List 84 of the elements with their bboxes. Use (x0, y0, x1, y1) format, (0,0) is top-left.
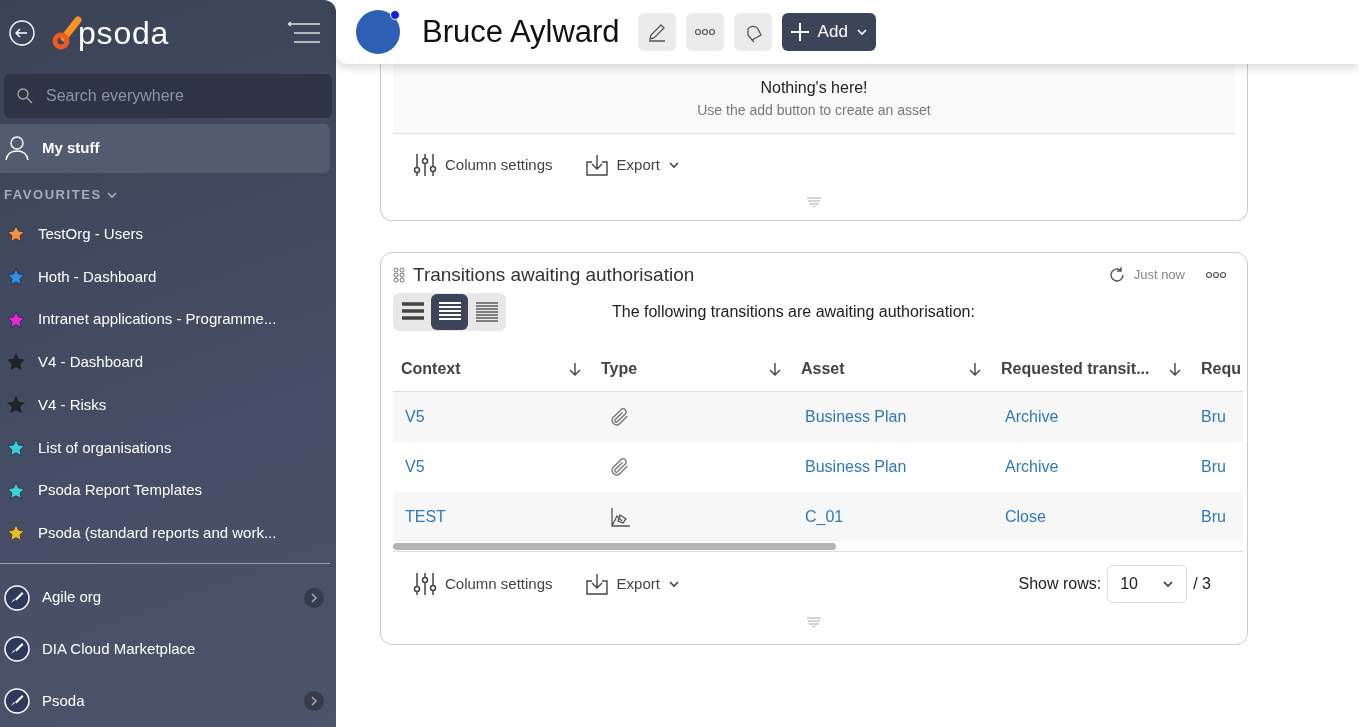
paperclip-icon (609, 406, 631, 428)
transition-link[interactable]: Archive (993, 455, 1193, 479)
paperclip-icon (609, 456, 631, 478)
organisation-item[interactable]: Agile org (0, 571, 336, 624)
organisation-item[interactable]: DIA Cloud Marketplace (0, 623, 336, 676)
add-button[interactable]: Add (781, 13, 876, 51)
drafting-icon (609, 507, 631, 527)
collapse-menu-icon[interactable] (286, 20, 320, 45)
favourite-item[interactable]: Psoda Report Templates (0, 469, 336, 513)
more-icon (693, 28, 716, 36)
organisation-item[interactable]: Psoda (0, 675, 336, 727)
favourite-item[interactable]: Psoda (standard reports and work... (0, 512, 336, 555)
chevron-down-icon (667, 578, 680, 590)
asset-link[interactable]: C_01 (793, 505, 993, 529)
density-button[interactable] (431, 294, 468, 330)
transition-link[interactable]: Archive (993, 405, 1193, 429)
chevron-down-icon (1162, 578, 1175, 590)
sliders-icon (413, 152, 437, 178)
chevron-right-icon[interactable] (304, 587, 324, 608)
column-header[interactable]: Requested transit... (993, 357, 1193, 381)
back-icon[interactable] (8, 18, 36, 47)
export-button[interactable]: Export (584, 572, 680, 596)
sliders-icon (413, 571, 437, 597)
more-button[interactable] (685, 13, 724, 51)
chevron-down-icon (855, 26, 868, 38)
favourite-item[interactable]: Intranet applications - Programme... (0, 298, 336, 342)
column-header[interactable]: Type (593, 357, 793, 381)
asset-link[interactable]: Business Plan (793, 455, 993, 479)
sort-arrow-icon[interactable] (569, 362, 581, 376)
logo-mark-icon (52, 15, 82, 50)
rows-per-page-select[interactable]: 10 (1107, 565, 1188, 603)
sort-arrow-icon[interactable] (769, 362, 781, 376)
download-icon (584, 153, 609, 177)
drag-handle-icon[interactable] (806, 196, 822, 208)
show-rows-label: Show rows: (1018, 574, 1102, 594)
chevron-right-icon[interactable] (304, 691, 324, 712)
avatar (356, 10, 400, 54)
favourite-item[interactable]: V4 - Dashboard (0, 341, 336, 384)
column-header[interactable]: Asset (793, 357, 993, 381)
rows-icon (474, 301, 499, 323)
sort-arrow-icon[interactable] (969, 362, 981, 376)
context-link[interactable]: V5 (393, 405, 593, 429)
requester-link[interactable]: Bru (1193, 405, 1241, 429)
asset-link[interactable]: Business Plan (793, 405, 993, 429)
favourite-item[interactable]: TestOrg - Users (0, 212, 336, 256)
requester-link[interactable]: Bru (1193, 505, 1241, 529)
rows-icon (437, 301, 462, 323)
search-icon (16, 86, 34, 105)
context-link[interactable]: V5 (393, 455, 593, 479)
drag-dots-icon[interactable] (393, 267, 405, 283)
transition-link[interactable]: Close (993, 505, 1193, 529)
refresh-icon[interactable] (1107, 266, 1126, 284)
favourite-item[interactable]: List of organisations (0, 426, 336, 470)
notification-button[interactable] (733, 13, 772, 51)
favourites-heading: FAVOURITES (4, 186, 102, 205)
sort-arrow-icon[interactable] (1169, 362, 1181, 376)
download-icon (584, 572, 609, 596)
plus-icon (789, 22, 810, 42)
column-header[interactable]: Requ (1193, 357, 1241, 381)
empty-title: Nothing's here! (760, 78, 868, 98)
context-link[interactable]: TEST (393, 505, 593, 529)
more-icon[interactable] (1205, 271, 1227, 279)
logo-text: psoda (78, 16, 170, 49)
card-description: The following transitions are awaiting authorisation: (612, 302, 975, 322)
export-button[interactable]: Export (584, 153, 680, 177)
page-total: / 3 (1193, 574, 1211, 594)
chevron-down-icon (667, 159, 680, 171)
edit-button[interactable] (637, 13, 676, 51)
favourite-item[interactable]: Hoth - Dashboard (0, 255, 336, 299)
scrollbar-thumb[interactable] (393, 543, 836, 550)
empty-hint: Use the add button to create an asset (697, 101, 931, 120)
my-stuff-item[interactable]: My stuff (0, 123, 330, 174)
refresh-time: Just now (1133, 266, 1185, 285)
favourite-item[interactable]: V4 - Risks (0, 383, 336, 427)
rows-icon (400, 301, 425, 323)
column-settings-button[interactable]: Column settings (413, 571, 553, 597)
column-header[interactable]: Context (393, 357, 593, 381)
requester-link[interactable]: Bru (1193, 455, 1241, 479)
page-title: Bruce Aylward (422, 12, 620, 51)
card-title: Transitions awaiting authorisation (413, 262, 695, 287)
user-icon (4, 135, 30, 162)
drag-handle-icon[interactable] (806, 616, 822, 628)
search-field[interactable]: Search everywhere (4, 73, 332, 118)
column-settings-button[interactable]: Column settings (413, 152, 553, 178)
